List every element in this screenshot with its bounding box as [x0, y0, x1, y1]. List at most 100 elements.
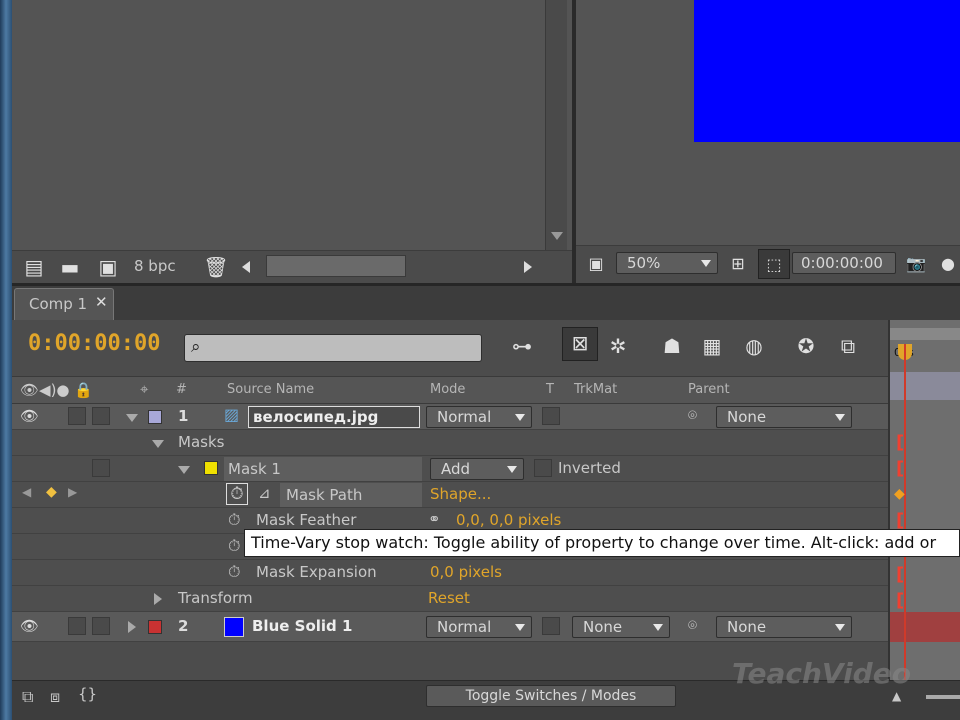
stopwatch-icon[interactable]: ⏱ [226, 483, 248, 505]
search-input[interactable]: ⌕ [184, 334, 482, 362]
mode-dropdown[interactable]: Normal [426, 406, 532, 428]
label-color-swatch[interactable] [148, 620, 162, 634]
label-color-swatch[interactable] [148, 410, 162, 424]
next-keyframe-icon[interactable]: ▶ [68, 485, 77, 499]
trash-icon[interactable]: 🗑 [200, 252, 232, 282]
viewer-timecode[interactable]: 0:00:00:00 [792, 252, 896, 274]
close-icon[interactable]: ✕ [95, 293, 108, 311]
eye-icon[interactable]: 👁 [20, 617, 39, 635]
interpret-footage-icon[interactable]: ▤ [18, 252, 50, 282]
lock-switch[interactable] [92, 617, 110, 635]
mode-dropdown[interactable]: Normal [426, 616, 532, 638]
stopwatch-icon[interactable]: ⏱ [228, 510, 240, 530]
keyframe-diamond-icon[interactable]: ◆ [894, 486, 905, 502]
expand-layer-icon[interactable] [126, 414, 138, 422]
expand-mask-1-icon[interactable] [178, 466, 190, 474]
mask-name-field[interactable]: Mask 1 [224, 457, 422, 481]
bracket-icon: [ [896, 432, 905, 453]
expand-masks-icon[interactable] [152, 440, 164, 448]
preserve-transparency-switch[interactable] [542, 617, 560, 635]
mask-1-row[interactable]: Mask 1 Add Inverted [12, 456, 888, 482]
draft-3d-icon[interactable]: ✲ [602, 331, 634, 361]
keyframe-diamond-icon[interactable]: ◆ [46, 484, 57, 500]
safe-margins-icon[interactable]: ⬚ [758, 249, 790, 279]
header-t[interactable]: T [546, 382, 554, 397]
lock-switch[interactable] [92, 407, 110, 425]
stopwatch-icon[interactable]: ⏱ [228, 562, 240, 582]
current-time-display[interactable]: 0:00:00:00 [28, 331, 160, 356]
eye-icon[interactable]: 👁 [20, 407, 39, 425]
av-features-icons: 👁◀)● 🔒 [20, 381, 93, 399]
trkmat-dropdown[interactable]: None [572, 616, 670, 638]
scroll-right-arrow-icon[interactable] [524, 261, 532, 273]
constrain-link-icon[interactable]: ⚭ [428, 510, 441, 528]
mask-expansion-value[interactable]: 0,0 pixels [430, 563, 502, 581]
graph-icon[interactable]: ⊿ [258, 484, 271, 502]
project-vertical-scrollbar[interactable] [545, 0, 567, 250]
label-tag-icon[interactable]: ⌖ [140, 380, 148, 398]
fit-icon[interactable]: ⊞ [722, 249, 754, 279]
in-out-icon[interactable]: {} [78, 685, 97, 703]
hide-shy-layers-icon[interactable]: ☗ [656, 331, 688, 361]
transfer-controls-icon[interactable]: ⧈ [50, 687, 60, 707]
horizontal-scroll-thumb[interactable] [266, 255, 406, 277]
masks-group-row[interactable]: Masks [12, 430, 888, 456]
scroll-left-arrow-icon[interactable] [242, 261, 250, 273]
layer-name-field[interactable]: велосипед.jpg [248, 406, 420, 428]
inverted-checkbox[interactable] [534, 459, 552, 477]
solo-switch[interactable] [68, 407, 86, 425]
header-trkmat[interactable]: TrkMat [574, 382, 617, 397]
composition-mini-flowchart-icon[interactable]: ⊶ [506, 331, 538, 361]
reset-transform-link[interactable]: Reset [428, 589, 470, 607]
layer-switches-icon[interactable]: ⧉ [22, 687, 33, 707]
stopwatch-icon[interactable]: ⏱ [228, 536, 240, 556]
prev-keyframe-icon[interactable]: ◀ [22, 485, 31, 499]
header-parent[interactable]: Parent [688, 382, 730, 397]
layer-1-duration-bar[interactable] [890, 372, 960, 400]
parent-dropdown[interactable]: None [716, 616, 852, 638]
time-graph-area[interactable]: 00s [ [ ◆ [ [ [ [888, 320, 960, 680]
camera-snapshot-icon[interactable]: 📷 [900, 249, 932, 279]
mask-lock-switch[interactable] [92, 459, 110, 477]
mask-path-row[interactable]: ◀ ◆ ▶ ⏱ ⊿ Mask Path Shape... [12, 482, 888, 508]
live-update-icon[interactable]: ⊠ [562, 327, 598, 361]
expand-transform-icon[interactable] [154, 593, 162, 605]
expand-layer-icon[interactable] [128, 621, 136, 633]
pick-whip-icon[interactable]: ⌾ [688, 616, 697, 634]
transform-row[interactable]: Transform Reset [12, 586, 888, 612]
new-composition-icon[interactable]: ▣ [92, 252, 124, 282]
search-field[interactable] [213, 338, 473, 358]
layer-2-duration-bar[interactable] [890, 612, 960, 642]
zoom-slider[interactable] [926, 695, 960, 699]
header-source-name[interactable]: Source Name [227, 382, 314, 397]
layer-row-1[interactable]: 👁 1 ▨ велосипед.jpg Normal ⌾ None [12, 404, 888, 430]
mask-expansion-row[interactable]: ⏱ Mask Expansion 0,0 pixels [12, 560, 888, 586]
motion-blur-icon[interactable]: ◍ [738, 331, 770, 361]
work-area-bar[interactable] [890, 328, 960, 340]
pick-whip-icon[interactable]: ⌾ [688, 406, 697, 424]
scroll-down-arrow-icon[interactable] [551, 232, 563, 240]
brainstorm-icon[interactable]: ✪ [790, 331, 822, 361]
frame-blending-icon[interactable]: ▦ [696, 331, 728, 361]
bracket-icon: [ [896, 590, 905, 611]
graph-editor-icon[interactable]: ⧉ [832, 331, 864, 361]
header-number[interactable]: # [176, 382, 187, 397]
zoom-dropdown[interactable]: 50% [616, 252, 718, 274]
region-of-interest-icon[interactable]: ▣ [580, 249, 612, 279]
tab-comp-1[interactable]: Comp 1 ✕ [14, 288, 114, 320]
solo-switch[interactable] [68, 617, 86, 635]
preserve-transparency-switch[interactable] [542, 407, 560, 425]
layer-name[interactable]: Blue Solid 1 [252, 617, 352, 635]
mask-path-value[interactable]: Shape... [430, 485, 491, 503]
show-snapshot-icon[interactable]: ● [932, 249, 960, 279]
mask-feather-value[interactable]: 0,0, 0,0 pixels [456, 511, 561, 529]
new-folder-icon[interactable]: ▬ [54, 252, 86, 282]
zoom-out-icon[interactable]: ▲ [892, 689, 901, 703]
toggle-switches-modes-button[interactable]: Toggle Switches / Modes [426, 685, 676, 707]
parent-dropdown[interactable]: None [716, 406, 852, 428]
mask-mode-dropdown[interactable]: Add [430, 458, 524, 480]
layer-row-2[interactable]: 👁 2 Blue Solid 1 Normal None ⌾ None [12, 612, 888, 642]
bpc-label[interactable]: 8 bpc [134, 257, 176, 275]
mask-color-swatch[interactable] [204, 461, 218, 475]
header-mode[interactable]: Mode [430, 382, 465, 397]
